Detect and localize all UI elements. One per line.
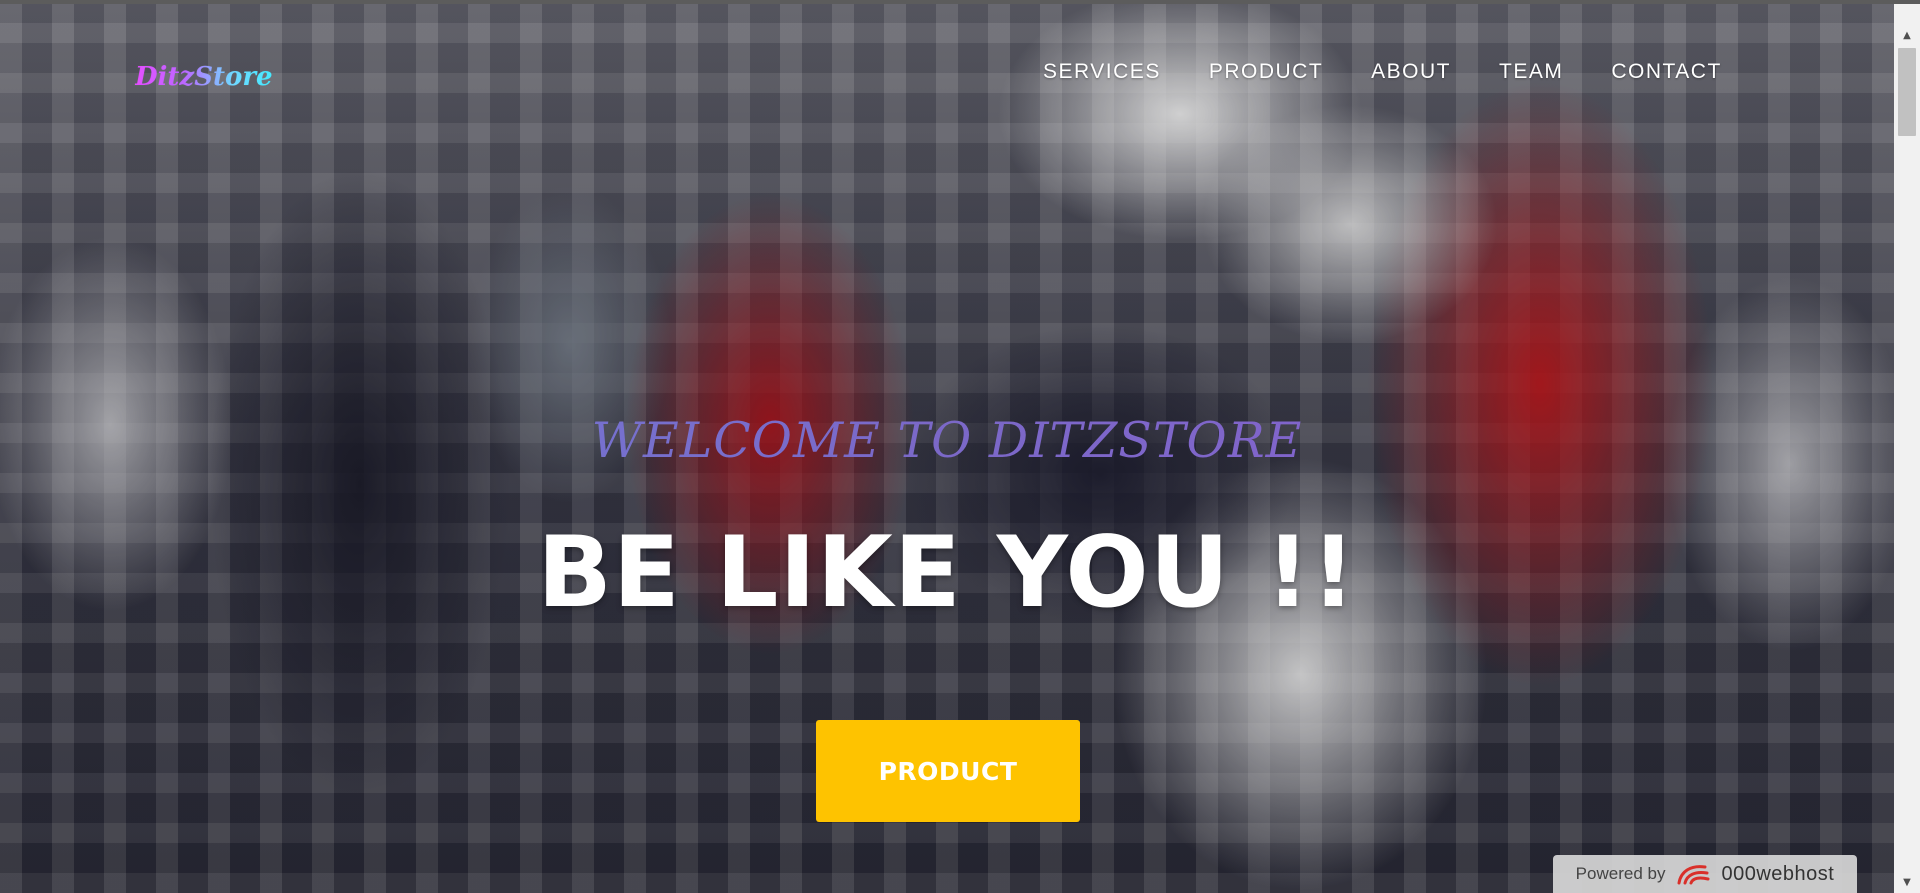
powered-by-label: Powered by bbox=[1575, 864, 1666, 883]
product-button[interactable]: PRODUCT bbox=[816, 720, 1080, 822]
nav-link-about[interactable]: ABOUT bbox=[1371, 60, 1451, 84]
page-scrollbar[interactable]: ▲ ▼ bbox=[1894, 4, 1920, 893]
powered-by-badge[interactable]: Powered by 000webhost bbox=[1553, 855, 1857, 893]
welcome-heading: WELCOME TO DITZSTORE bbox=[0, 412, 1894, 469]
000webhost-brand: 000webhost bbox=[1721, 862, 1835, 885]
nav-link-contact[interactable]: CONTACT bbox=[1611, 60, 1721, 84]
nav-link-product[interactable]: PRODUCT bbox=[1209, 60, 1323, 84]
main-nav: SERVICES PRODUCT ABOUT TEAM CONTACT bbox=[1043, 60, 1722, 84]
000webhost-logo-icon bbox=[1675, 863, 1711, 885]
site-logo[interactable]: DitzStore bbox=[135, 62, 273, 92]
scroll-up-arrow-icon[interactable]: ▲ bbox=[1894, 26, 1920, 46]
nav-link-team[interactable]: TEAM bbox=[1499, 60, 1563, 84]
hero-headline: BE LIKE YOU !! bbox=[537, 516, 1357, 630]
browser-top-border bbox=[0, 0, 1920, 4]
scroll-down-arrow-icon[interactable]: ▼ bbox=[1894, 873, 1920, 893]
scrollbar-thumb[interactable] bbox=[1898, 48, 1916, 136]
nav-link-services[interactable]: SERVICES bbox=[1043, 60, 1161, 84]
